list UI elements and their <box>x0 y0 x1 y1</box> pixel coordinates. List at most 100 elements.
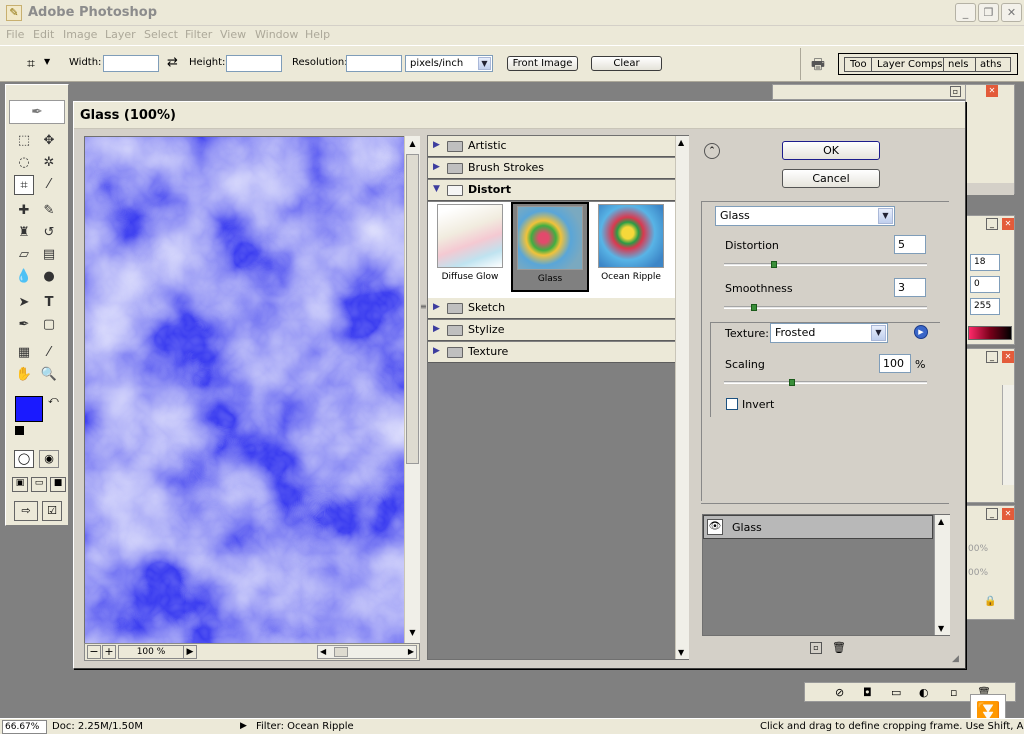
close-button[interactable]: ✕ <box>1001 3 1022 22</box>
mask-icon[interactable]: ◘ <box>863 686 872 699</box>
magic-wand-tool-icon[interactable]: ✲ <box>39 153 59 173</box>
standard-mode-icon[interactable]: ◯ <box>14 450 34 468</box>
gallery-scrollbar[interactable]: ▲ ▼ <box>675 136 689 659</box>
zoom-out-button[interactable]: − <box>87 645 101 659</box>
resolution-units-select[interactable]: pixels/inch ▼ <box>405 55 493 72</box>
category-texture[interactable]: ▶ Texture <box>428 342 675 363</box>
menu-view[interactable]: View <box>220 28 246 41</box>
texture-select[interactable]: Frosted ▼ <box>770 323 888 343</box>
palette-close-icon[interactable]: ✕ <box>986 85 998 97</box>
menu-filter[interactable]: Filter <box>185 28 212 41</box>
gradient-tool-icon[interactable]: ▤ <box>39 245 59 265</box>
blur-tool-icon[interactable]: 💧 <box>14 267 34 287</box>
opacity-value[interactable]: 00% <box>968 544 998 554</box>
crop-tool-icon[interactable]: ⌗ <box>14 175 34 195</box>
load-texture-menu-icon[interactable]: ▶ <box>914 325 928 339</box>
collapse-gallery-icon[interactable]: ⌃ <box>704 143 720 159</box>
palette-tab-layer-comps[interactable]: Layer Comps <box>871 57 945 72</box>
palette-tab-paths[interactable]: aths <box>975 57 1011 72</box>
palette-well-printer-icon[interactable]: 🖶 <box>807 54 829 74</box>
scroll-down-icon[interactable]: ▼ <box>406 626 419 640</box>
swap-colors-icon[interactable]: ⤺ <box>48 395 59 406</box>
distortion-slider[interactable] <box>724 263 927 266</box>
zoom-menu-arrow-icon[interactable]: ▶ <box>183 645 197 659</box>
palette-tab-channels[interactable]: nels <box>943 57 977 72</box>
status-menu-arrow-icon[interactable]: ▶ <box>240 721 247 731</box>
swap-dimensions-icon[interactable]: ⇄ <box>167 55 178 70</box>
effect-layer-glass[interactable]: 👁 Glass <box>703 515 933 539</box>
pen-tool-icon[interactable]: ✒ <box>14 315 34 335</box>
thumb-diffuse-glow[interactable]: Diffuse Glow <box>431 202 509 292</box>
lasso-tool-icon[interactable]: ◌ <box>14 153 34 173</box>
edit-in-imageready-icon[interactable]: ☑ <box>42 501 62 521</box>
front-image-button[interactable]: Front Image <box>507 56 578 71</box>
category-brush-strokes[interactable]: ▶ Brush Strokes <box>428 158 675 179</box>
new-effect-layer-icon[interactable]: ▫ <box>810 642 822 654</box>
zoom-level[interactable]: 100 % <box>118 645 184 659</box>
dodge-tool-icon[interactable]: ● <box>39 267 59 287</box>
thumb-glass[interactable]: Glass <box>511 202 589 292</box>
folder-icon[interactable]: ▭ <box>891 686 901 699</box>
hand-tool-icon[interactable]: ✋ <box>14 365 34 385</box>
preset-dropdown-arrow-icon[interactable]: ▼ <box>44 57 50 66</box>
preview-horizontal-scrollbar[interactable]: ◀ ▶ <box>317 645 417 659</box>
eye-visibility-icon[interactable]: 👁 <box>707 519 723 535</box>
screen-mode-full-icon[interactable]: ■ <box>50 477 66 492</box>
scroll-down-icon[interactable]: ▼ <box>678 648 684 657</box>
scaling-slider[interactable] <box>724 381 927 384</box>
scroll-right-icon[interactable]: ▶ <box>408 647 414 656</box>
scaling-input[interactable]: 100 <box>879 354 911 373</box>
effect-layers-scrollbar[interactable]: ▲ ▼ <box>934 515 950 635</box>
eraser-tool-icon[interactable]: ▱ <box>14 245 34 265</box>
width-input[interactable] <box>103 55 159 72</box>
healing-brush-icon[interactable]: ✚ <box>14 201 34 221</box>
smoothness-input[interactable]: 3 <box>894 278 926 297</box>
menu-window[interactable]: Window <box>255 28 298 41</box>
shape-tool-icon[interactable]: ▢ <box>39 315 59 335</box>
fill-value[interactable]: 00% <box>968 568 998 578</box>
red-value[interactable]: 18 <box>970 254 1000 271</box>
category-artistic[interactable]: ▶ Artistic <box>428 136 675 157</box>
scroll-up-icon[interactable]: ▲ <box>678 138 684 147</box>
minimize-button[interactable]: _ <box>955 3 976 22</box>
palette-minimize-icon[interactable]: _ <box>986 218 998 230</box>
palette-minimize-icon[interactable]: ▫ <box>950 86 961 97</box>
ok-button[interactable]: OK <box>782 141 880 160</box>
preview-scroll-thumb[interactable] <box>406 154 419 464</box>
resolution-input[interactable] <box>346 55 402 72</box>
zoom-tool-icon[interactable]: 🔍 <box>39 365 59 385</box>
scroll-left-icon[interactable]: ◀ <box>320 647 326 656</box>
notes-tool-icon[interactable]: ▦ <box>14 343 34 363</box>
cancel-button[interactable]: Cancel <box>782 169 880 188</box>
quick-mask-icon[interactable]: ◉ <box>39 450 59 468</box>
menu-file[interactable]: File <box>6 28 24 41</box>
menu-edit[interactable]: Edit <box>33 28 54 41</box>
screen-mode-full-menu-icon[interactable]: ▭ <box>31 477 47 492</box>
invert-checkbox[interactable] <box>726 398 738 410</box>
feather-logo-icon[interactable]: ✒ <box>9 100 65 124</box>
adjustment-icon[interactable]: ◐ <box>919 686 929 699</box>
blue-value[interactable]: 255 <box>970 298 1000 315</box>
zoom-in-button[interactable]: + <box>102 645 116 659</box>
restore-button[interactable]: ❐ <box>978 3 999 22</box>
height-input[interactable] <box>226 55 282 72</box>
category-sketch[interactable]: ▶ Sketch <box>428 298 675 319</box>
palette-close-icon[interactable]: ✕ <box>1002 218 1014 230</box>
delete-effect-layer-icon[interactable]: 🗑 <box>832 641 846 654</box>
jump-to-imageready-icon[interactable]: ⇨ <box>14 501 38 521</box>
clone-stamp-icon[interactable]: ♜ <box>14 223 34 243</box>
distortion-input[interactable]: 5 <box>894 235 926 254</box>
link-icon[interactable]: ⊘ <box>835 686 844 699</box>
slice-tool-icon[interactable]: ⁄ <box>39 175 59 195</box>
filter-type-select[interactable]: Glass ▼ <box>715 206 895 226</box>
clear-button[interactable]: Clear <box>591 56 662 71</box>
scaling-slider-thumb[interactable] <box>789 379 795 386</box>
screen-mode-standard-icon[interactable]: ▣ <box>12 477 28 492</box>
menu-image[interactable]: Image <box>63 28 97 41</box>
palette-tab-tools[interactable]: Too <box>844 57 874 72</box>
category-stylize[interactable]: ▶ Stylize <box>428 320 675 341</box>
menu-layer[interactable]: Layer <box>105 28 136 41</box>
menu-help[interactable]: Help <box>305 28 330 41</box>
history-brush-icon[interactable]: ↺ <box>39 223 59 243</box>
menu-select[interactable]: Select <box>144 28 178 41</box>
